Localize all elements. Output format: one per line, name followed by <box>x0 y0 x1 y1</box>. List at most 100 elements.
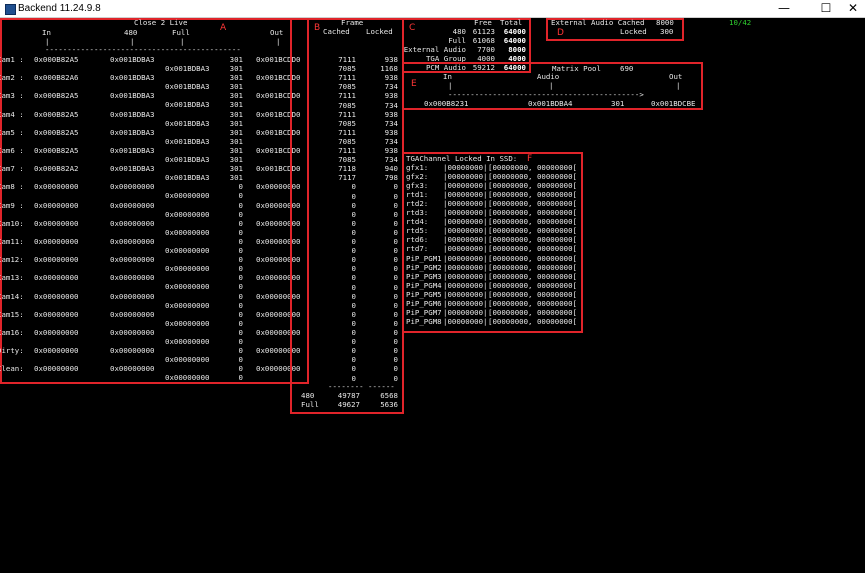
cam-480-count: 301 <box>229 127 243 137</box>
cam-full-count: 301 <box>229 136 243 146</box>
frame-cached-value: 0 <box>351 200 356 210</box>
tga-channel-range: [00000000, 00000000[ <box>488 235 577 245</box>
cam-full-count: 301 <box>229 64 243 73</box>
pool-free-value: 61123 <box>472 27 495 36</box>
cam-full-address: 0x001BDBA3 <box>165 100 210 110</box>
tga-channel-name: rtd4: <box>406 217 429 227</box>
panel-a-title: Close 2 Live <box>134 18 188 27</box>
cam-full-count: 301 <box>229 155 243 164</box>
cam-480-count: 301 <box>229 55 243 64</box>
tga-channel-slot: |00000000| <box>443 181 488 191</box>
cam-full-count: 301 <box>229 100 243 110</box>
frame-locked-value: 940 <box>384 164 398 174</box>
cam-480-address: 0x00000000 <box>110 346 155 356</box>
frame-cached-value: 7111 <box>338 109 356 119</box>
frame-locked-value: 734 <box>384 118 398 128</box>
panel-b-separator: -------- ------ <box>328 382 395 391</box>
cam-full-count: 0 <box>238 282 243 292</box>
cam-full-address: 0x001BDBA3 <box>165 64 210 73</box>
cam-name: Clean: <box>0 364 24 374</box>
frame-cached-value: 0 <box>351 273 356 283</box>
cam-name: Cam10: <box>0 218 24 228</box>
cam-in-address: 0x000B82A5 <box>34 109 79 119</box>
cam-full-address: 0x00000000 <box>165 191 210 201</box>
tga-channel-range: [00000000, 00000000[ <box>488 199 577 209</box>
frame-cached-value: 0 <box>351 218 356 228</box>
tga-channel-slot: |00000000| <box>443 307 488 317</box>
frame-cached-value: 0 <box>351 246 356 256</box>
panel-d-locked-label: Locked <box>620 27 647 36</box>
frame-locked-value: 1168 <box>380 64 398 74</box>
panel-b-col-locked: Locked <box>366 27 393 36</box>
tga-channel-name: rtd7: <box>406 244 429 254</box>
frame-locked-value: 938 <box>384 109 398 119</box>
frame-cached-value: 0 <box>351 255 356 265</box>
cam-full-count: 0 <box>238 209 243 219</box>
tga-channel-slot: |00000000| <box>443 316 488 326</box>
cam-name: Dirty: <box>0 346 24 356</box>
frame-cached-value: 0 <box>351 182 356 192</box>
cam-full-count: 0 <box>238 264 243 274</box>
cam-480-count: 301 <box>229 146 243 155</box>
frame-locked-value: 0 <box>393 364 398 374</box>
cam-480-address: 0x001BDBA3 <box>110 91 155 101</box>
panel-a-rule: ----------------------------------------… <box>45 45 241 54</box>
frame-cached-value: 7118 <box>338 164 356 174</box>
cam-480-address: 0x001BDBA3 <box>110 127 155 137</box>
panel-b-col-cached: Cached <box>323 27 350 36</box>
tga-channel-name: PiP_PGM4 <box>406 280 442 290</box>
tga-channel-range: [00000000, 00000000[ <box>488 316 577 326</box>
cam-name: Cam2 : <box>0 73 24 83</box>
cam-480-count: 0 <box>238 273 243 283</box>
cam-full-count: 0 <box>238 246 243 255</box>
cam-name: Cam8 : <box>0 182 24 192</box>
cam-full-address: 0x00000000 <box>165 300 210 310</box>
title-bar[interactable]: Backend 11.24.9.8 — ☐ ✕ <box>0 0 865 18</box>
tga-channel-slot: |00000000| <box>443 235 488 245</box>
frame-locked-value: 938 <box>384 146 398 155</box>
pool-name: Full <box>448 36 466 45</box>
cam-in-address: 0x00000000 <box>34 291 79 301</box>
maximize-button[interactable]: ☐ <box>811 0 841 17</box>
frame-locked-value: 0 <box>393 200 398 210</box>
cam-full-count: 0 <box>238 355 243 365</box>
tga-channel-slot: |00000000| <box>443 244 488 254</box>
cam-name: Cam11: <box>0 237 24 246</box>
cam-480-address: 0x001BDBA3 <box>110 73 155 83</box>
tga-channel-range: [00000000, 00000000[ <box>488 208 577 218</box>
cam-in-address: 0x000B82A6 <box>34 73 79 83</box>
frame-cached-value: 0 <box>351 209 356 219</box>
tga-channel-name: PiP_PGM3 <box>406 271 442 281</box>
cam-in-address: 0x000B82A5 <box>34 146 79 155</box>
cam-480-count: 301 <box>229 91 243 101</box>
cam-name: Cam1 : <box>0 55 24 64</box>
frame-cached-value: 0 <box>351 346 356 356</box>
frame-cached-value: 0 <box>351 355 356 365</box>
frame-locked-value: 798 <box>384 173 398 183</box>
close-button[interactable]: ✕ <box>842 0 864 17</box>
frame-cached-value: 0 <box>351 191 356 201</box>
cam-full-count: 0 <box>238 373 243 383</box>
cam-full-address: 0x00000000 <box>165 282 210 292</box>
tga-channel-slot: |00000000| <box>443 253 488 263</box>
tga-channel-range: [00000000, 00000000[ <box>488 181 577 191</box>
tga-channel-name: gfx3: <box>406 181 429 191</box>
tga-channel-range: [00000000, 00000000[ <box>488 163 577 172</box>
minimize-button[interactable]: — <box>769 0 799 17</box>
frame-cached-value: 0 <box>351 282 356 292</box>
cam-name: Cam16: <box>0 328 24 337</box>
panel-d-cached-value: 8000 <box>656 18 674 27</box>
tga-channel-slot: |00000000| <box>443 172 488 182</box>
tga-channel-range: [00000000, 00000000[ <box>488 271 577 281</box>
cam-full-count: 301 <box>229 82 243 92</box>
frame-locked-value: 0 <box>393 255 398 265</box>
cam-name: Cam9 : <box>0 200 24 210</box>
cam-480-address: 0x001BDBA3 <box>110 109 155 119</box>
panel-e-title: Matrix Pool <box>552 64 601 73</box>
cam-in-address: 0x00000000 <box>34 200 79 210</box>
cam-full-address: 0x001BDBA3 <box>165 118 210 128</box>
window-title: Backend 11.24.9.8 <box>18 3 101 14</box>
panel-d-locked-value: 300 <box>660 27 674 36</box>
panel-b-label: B <box>314 23 321 33</box>
pool-name: 480 <box>452 27 466 36</box>
